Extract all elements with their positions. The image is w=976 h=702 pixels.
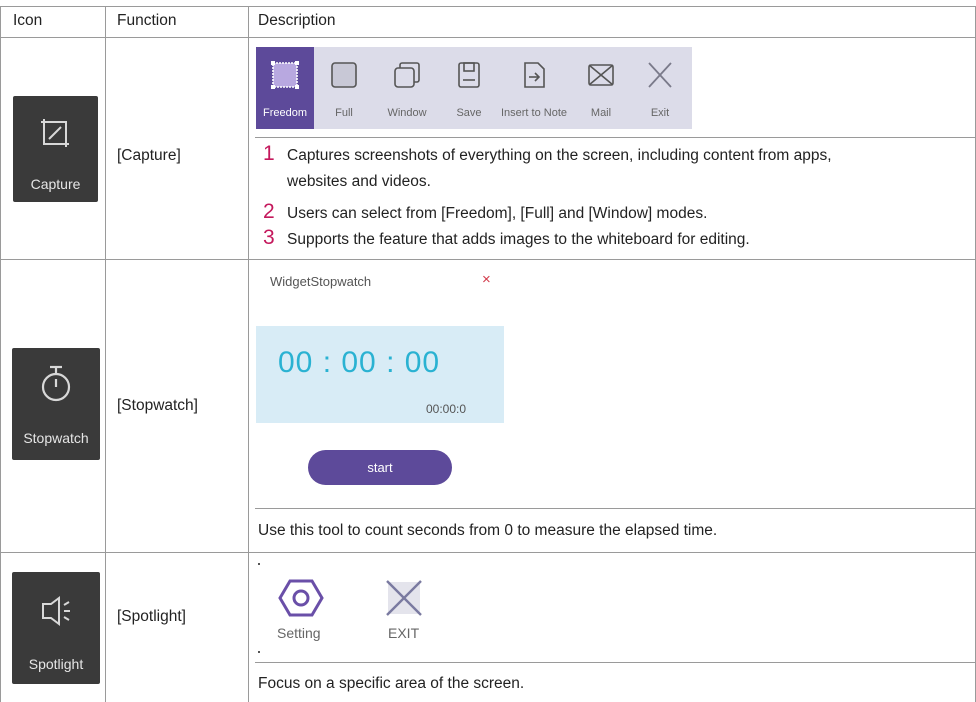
toolbar-window-label: Window bbox=[387, 107, 427, 119]
insert-to-note-icon bbox=[524, 62, 545, 88]
full-screen-icon bbox=[331, 62, 357, 88]
close-icon[interactable]: × bbox=[482, 271, 491, 288]
function-spotlight: [Spotlight] bbox=[117, 608, 186, 625]
exit-icon[interactable] bbox=[384, 578, 424, 618]
toolbar-exit-button[interactable]: Exit bbox=[634, 47, 686, 129]
toolbar-exit-label: Exit bbox=[650, 107, 670, 119]
capture-crop-icon bbox=[41, 119, 69, 147]
mail-icon bbox=[588, 64, 614, 86]
capture-toolbar: Freedom Full Window Save Insert to Note bbox=[256, 47, 692, 129]
window-icon bbox=[394, 62, 420, 88]
capture-item-text: Users can select from [Freedom], [Full] … bbox=[287, 205, 708, 222]
toolbar-freedom-button[interactable]: Freedom bbox=[256, 47, 314, 129]
stopwatch-widget-title: WidgetStopwatch bbox=[270, 274, 372, 289]
stopwatch-digits: 00 : 00 : 00 bbox=[278, 346, 441, 379]
header-icon: Icon bbox=[13, 12, 43, 29]
spotlight-corner-dot bbox=[258, 563, 260, 565]
toolbar-window-button[interactable]: Window bbox=[376, 47, 438, 129]
toolbar-mail-label: Mail bbox=[590, 107, 612, 119]
toolbar-freedom-label: Freedom bbox=[262, 107, 308, 119]
spotlight-tile-label: Spotlight bbox=[28, 656, 84, 672]
capture-tile: Capture bbox=[13, 96, 98, 202]
function-stopwatch: [Stopwatch] bbox=[117, 397, 198, 414]
stopwatch-sub-time: 00:00:0 bbox=[426, 402, 467, 416]
toolbar-save-button[interactable]: Save bbox=[444, 47, 494, 129]
capture-item-text: Captures screenshots of everything on th… bbox=[287, 147, 832, 164]
capture-item-number: 3 bbox=[263, 226, 275, 249]
spotlight-corner-dot bbox=[258, 651, 260, 653]
toolbar-mail-button[interactable]: Mail bbox=[574, 47, 628, 129]
toolbar-save-label: Save bbox=[456, 107, 482, 119]
function-capture: [Capture] bbox=[117, 147, 181, 164]
capture-item-text: Supports the feature that adds images to… bbox=[287, 231, 750, 248]
header-description: Description bbox=[258, 12, 336, 29]
capture-item-number: 2 bbox=[263, 200, 275, 223]
stopwatch-tile-label: Stopwatch bbox=[23, 430, 89, 446]
freedom-select-icon bbox=[271, 61, 299, 89]
stopwatch-tile: Stopwatch bbox=[12, 348, 100, 460]
spotlight-icon bbox=[42, 596, 70, 626]
save-icon bbox=[458, 62, 480, 88]
stopwatch-description: Use this tool to count seconds from 0 to… bbox=[258, 522, 718, 539]
toolbar-full-button[interactable]: Full bbox=[318, 47, 370, 129]
spotlight-tile: Spotlight bbox=[12, 572, 100, 684]
capture-item-number: 1 bbox=[263, 142, 275, 165]
header-function: Function bbox=[117, 12, 177, 29]
capture-tile-label: Capture bbox=[30, 176, 81, 192]
exit-icon bbox=[648, 62, 672, 88]
spotlight-description: Focus on a specific area of the screen. bbox=[258, 675, 525, 692]
start-button[interactable]: start bbox=[308, 450, 452, 485]
exit-button-label[interactable]: EXIT bbox=[388, 625, 419, 641]
capture-item-text: websites and videos. bbox=[287, 173, 431, 190]
hexagon-setting-icon[interactable] bbox=[278, 578, 324, 618]
setting-button-label[interactable]: Setting bbox=[277, 625, 321, 641]
toolbar-insert-to-note-button[interactable]: Insert to Note bbox=[496, 47, 572, 129]
toolbar-insert-to-note-label: Insert to Note bbox=[500, 107, 568, 119]
stopwatch-icon bbox=[41, 365, 71, 402]
toolbar-full-label: Full bbox=[335, 107, 353, 119]
